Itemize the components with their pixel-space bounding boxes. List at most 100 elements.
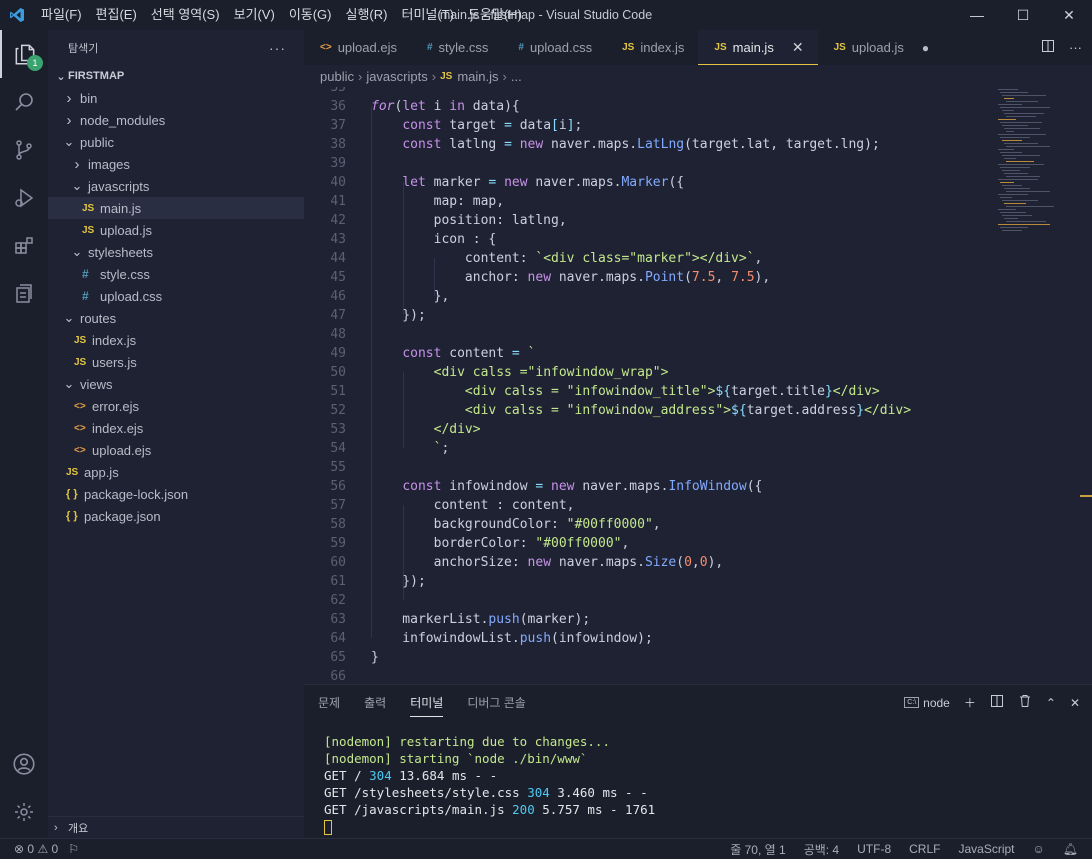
tab-index-js[interactable]: JS index.js [606,30,699,65]
extensions-icon[interactable] [0,222,48,270]
line-content: </div> [371,422,481,437]
tab-upload-js[interactable]: JS upload.js ● [817,30,944,65]
menu-item[interactable]: 선택 영역(S) [144,0,227,30]
close-tab-icon[interactable]: ✕ [792,39,804,56]
split-editor-icon[interactable] [1041,39,1055,56]
line-number: 59 [330,536,346,551]
tab-main-js[interactable]: JS main.js ✕ [698,30,818,65]
remote-explorer-icon[interactable] [0,270,48,318]
tree-item-index-js[interactable]: JS index.js [48,329,304,351]
tab-style-css[interactable]: # style.css [410,30,503,65]
trash-icon[interactable] [1018,694,1032,711]
terminal-output[interactable]: [nodemon] restarting due to changes... [n… [324,733,655,835]
source-control-icon[interactable] [0,126,48,174]
breadcrumb-item[interactable]: main.js [457,69,498,84]
terminal-prompt[interactable] [324,818,655,835]
tree-item-index-ejs[interactable]: <> index.ejs [48,417,304,439]
outline-section[interactable]: › 개요 [48,816,304,838]
menu-item[interactable]: 도움말(H) [461,0,529,30]
line-number: 57 [330,498,346,513]
terminal-selector[interactable]: C:\ node [904,696,950,710]
tree-item-bin[interactable]: › bin [48,87,304,109]
line-content: const content = ` [402,346,536,361]
tree-item-app-js[interactable]: JS app.js [48,461,304,483]
menu-item[interactable]: 편집(E) [89,0,144,30]
minimize-button[interactable]: — [954,0,1000,30]
tree-item-main-js[interactable]: JS main.js [48,197,304,219]
tree-item-package-json[interactable]: { } package.json [48,505,304,527]
menu-item[interactable]: 이동(G) [282,0,339,30]
explorer-icon[interactable]: 1 [0,30,48,78]
unsaved-dot-icon[interactable]: ● [922,41,929,55]
line-content: }); [371,574,426,589]
account-icon[interactable] [0,740,48,788]
panel-tab[interactable]: 문제 [318,685,340,720]
line-number: 42 [330,213,346,228]
minimap-line [1004,203,1026,204]
tree-item-upload-css[interactable]: # upload.css [48,285,304,307]
tree-item-upload-js[interactable]: JS upload.js [48,219,304,241]
breadcrumb-item[interactable]: ... [511,69,522,84]
menu-item[interactable]: 보기(V) [227,0,282,30]
tree-item-routes[interactable]: ⌄ routes [48,307,304,329]
tree-item-public[interactable]: ⌄ public [48,131,304,153]
breadcrumb-item[interactable]: javascripts [366,69,427,84]
tab-upload-ejs[interactable]: <> upload.ejs [304,30,411,65]
problems-status[interactable]: ⊗ 0 ⚠ 0 [14,842,58,856]
more-actions-icon[interactable]: ··· [1069,40,1082,55]
tree-item-package-lock-json[interactable]: { } package-lock.json [48,483,304,505]
close-button[interactable]: ✕ [1046,0,1092,30]
code-editor[interactable]: 35 36 for(let i in data){37 const target =… [304,87,1092,684]
language-mode[interactable]: JavaScript [958,842,1014,856]
tree-item-style-css[interactable]: # style.css [48,263,304,285]
menu-item[interactable]: 파일(F) [34,0,89,30]
end-of-line[interactable]: CRLF [909,842,940,856]
tree-item-views[interactable]: ⌄ views [48,373,304,395]
tree-item-node-modules[interactable]: › node_modules [48,109,304,131]
maximize-button[interactable]: ☐ [1000,0,1046,30]
more-actions-icon[interactable]: ··· [269,40,286,56]
menu-item[interactable]: 실행(R) [339,0,395,30]
panel-tab[interactable]: 출력 [364,685,386,720]
split-terminal-icon[interactable] [990,694,1004,711]
line-content: <div calss = "infowindow_address">${targ… [371,403,912,418]
live-share-icon[interactable]: ⚐ [68,842,79,856]
close-panel-icon[interactable]: ✕ [1070,696,1080,710]
minimap-line [1002,140,1022,141]
line-content: content : content, [371,498,575,513]
indentation[interactable]: 공백: 4 [804,841,839,858]
chevron-down-icon: ⌄ [56,70,66,83]
line-number: 48 [330,327,346,342]
line-number: 40 [330,175,346,190]
encoding[interactable]: UTF-8 [857,842,891,856]
tree-item-upload-ejs[interactable]: <> upload.ejs [48,439,304,461]
maximize-panel-icon[interactable]: ⌃ [1046,696,1056,710]
minimap[interactable] [998,87,1078,247]
tree-item-users-js[interactable]: JS users.js [48,351,304,373]
line-content: markerList.push(marker); [371,612,591,627]
line-number: 64 [330,631,346,646]
panel-tab[interactable]: 터미널 [410,685,444,720]
notifications-bell-icon[interactable]: 🔔︎ [1063,842,1078,856]
tree-item-stylesheets[interactable]: ⌄ stylesheets [48,241,304,263]
run-debug-icon[interactable] [0,174,48,222]
line-number: 58 [330,517,346,532]
breadcrumb-item[interactable]: public [320,69,354,84]
panel-tab[interactable]: 디버그 콘솔 [467,685,526,720]
search-icon[interactable] [0,78,48,126]
tree-item-error-ejs[interactable]: <> error.ejs [48,395,304,417]
new-terminal-icon[interactable]: ＋ [964,694,976,711]
menu-item[interactable]: 터미널(T) [394,0,460,30]
line-content: icon : { [371,232,497,247]
tree-root-firstmap[interactable]: ⌄ FIRSTMAP [48,65,304,87]
tab-upload-css[interactable]: # upload.css [502,30,607,65]
explorer-badge: 1 [27,55,43,71]
line-number: 66 [330,669,346,684]
tree-item-images[interactable]: › images [48,153,304,175]
feedback-icon[interactable]: ☺ [1033,842,1045,856]
cursor-position[interactable]: 줄 70, 열 1 [730,841,785,858]
minimap-line [1000,137,1030,138]
settings-gear-icon[interactable] [0,788,48,836]
breadcrumb-separator-icon: › [431,68,437,84]
tree-item-javascripts[interactable]: ⌄ javascripts [48,175,304,197]
